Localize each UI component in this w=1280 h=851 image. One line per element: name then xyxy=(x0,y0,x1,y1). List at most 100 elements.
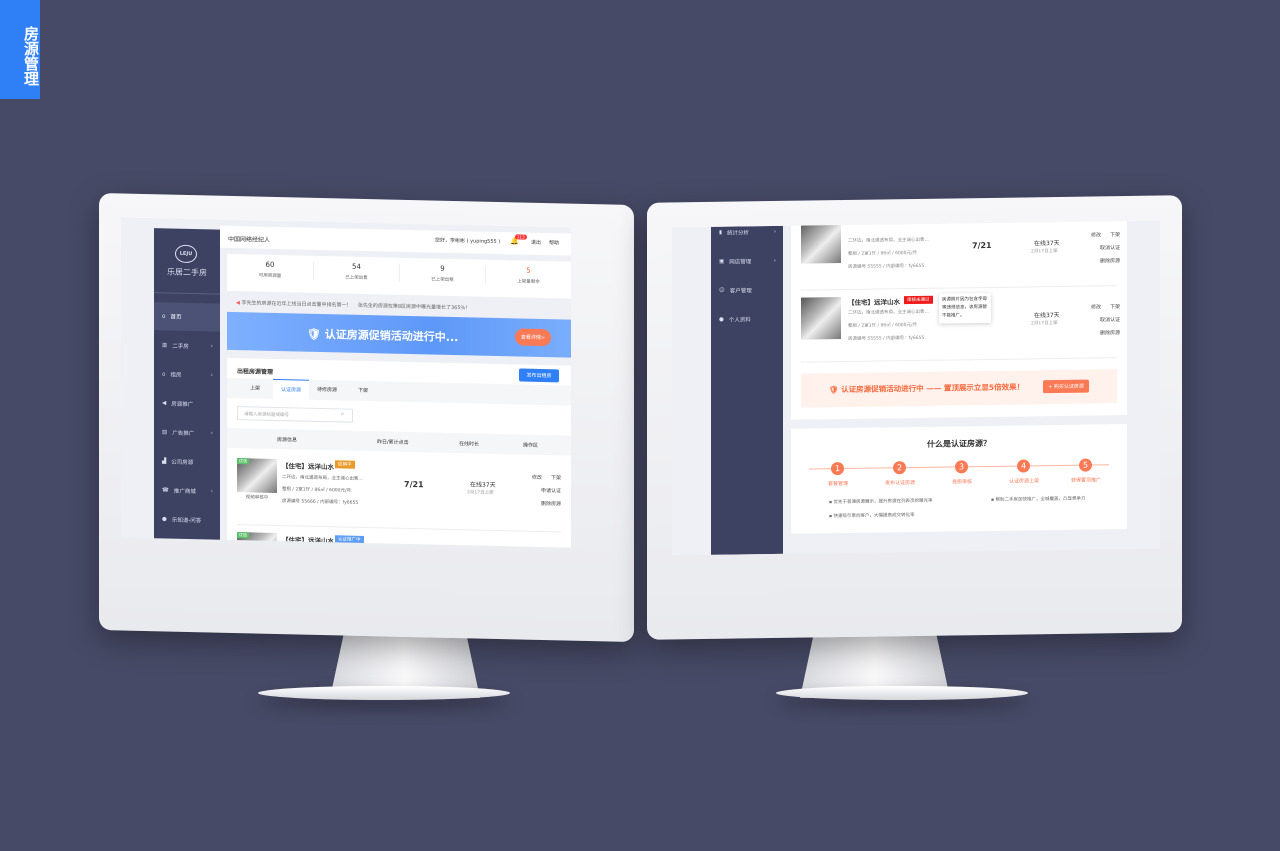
step-4-icon: 4 xyxy=(1017,459,1030,473)
sidebar-item-2[interactable]: ☺ 客户管理 xyxy=(711,276,783,305)
listing-clicks: 7/21 xyxy=(404,479,424,490)
promo-banner[interactable]: 🛡 认证房源促销活动进行中... 查看详情> xyxy=(227,311,571,358)
tab-3[interactable]: 下架 xyxy=(345,381,381,402)
sidebar: LEJU 乐居二手房 ⌂ 首页 ▥ 二手房 › ⌂ 租房 › ◀ 房源推广 ▤ 广告推广 › ▟ 公司房源 ☎… xyxy=(154,228,220,548)
sidebar-item-3[interactable]: ● 个人资料 xyxy=(711,305,783,334)
action-link[interactable]: 取消认证 xyxy=(1100,317,1120,323)
listing-title[interactable]: 【住宅】远洋山水 xyxy=(282,460,334,471)
sidebar-item-0[interactable]: ▮ 统计分析 › xyxy=(711,221,783,247)
tab-2[interactable]: 待修房源 xyxy=(309,380,345,401)
listing-desc: 二环边，南北通透布局，业主诚心出售... xyxy=(282,475,363,482)
sidebar-item-7[interactable]: ● 乐知道-问答 xyxy=(154,505,220,534)
table-row[interactable]: 【住宅】远洋山水 审核未通过 房源照片因为包含字母等违规信息，该房源暂不能推广。 二环… xyxy=(791,289,1127,364)
action-link[interactable]: 下架 xyxy=(1110,232,1120,238)
step-5-icon: 5 xyxy=(1079,458,1092,472)
megaphone-icon: ◀ xyxy=(162,400,167,407)
chevron-right-icon: › xyxy=(210,343,213,350)
listing-code: 房源编号 55555 / 内部编号：fy6655 xyxy=(848,335,925,342)
benefit-point: ▪ 优先于普通房源展示，提升房源在列表页的曝光率 xyxy=(829,498,933,506)
step-1-icon: 1 xyxy=(831,461,844,476)
section-badge: 房源管理 xyxy=(0,0,40,99)
chevron-right-icon: › xyxy=(210,488,213,495)
tab-1[interactable]: 认证房源 xyxy=(273,378,309,400)
stat-label: 可用資源量 xyxy=(258,273,282,280)
listing-code: 房源编号 55555 / 内部编号：fy6655 xyxy=(848,263,925,270)
header: 中国网络经纪人 您好，李彬彬 ( yuping555 ) 🔔 213 退出 帮助 xyxy=(220,225,571,256)
sidebar-item-label: 二手房 xyxy=(172,343,189,350)
help-link[interactable]: 帮助 xyxy=(549,239,559,246)
action-link[interactable]: 删除房源 xyxy=(1100,258,1120,264)
promo-text: 🛡 认证房源促销活动进行中 —— 置顶展示立显5倍效果！ xyxy=(829,382,1025,395)
monitor-base xyxy=(258,686,510,700)
step-3-icon: 3 xyxy=(955,460,968,474)
step-label: 获得置顶推广 xyxy=(1070,477,1101,484)
action-link[interactable]: 下架 xyxy=(1110,304,1120,310)
action-link[interactable]: 修改 xyxy=(1091,304,1101,310)
listing-desc: 二环边，南北通透布局，业主诚心出售... xyxy=(848,309,929,316)
action-link[interactable]: 取消认证 xyxy=(1100,245,1120,251)
stat-item: 60 可用資源量 xyxy=(227,260,313,280)
sidebar-item-2[interactable]: ⌂ 租房 › xyxy=(154,360,220,389)
action-link[interactable]: 删除房源 xyxy=(1100,330,1120,336)
company-name: 中国网络经纪人 xyxy=(228,235,271,244)
sidebar-item-8[interactable]: ▮ 统计分析 › xyxy=(154,534,220,547)
action-link[interactable]: 删除房源 xyxy=(541,501,561,507)
thumb-caption: 视频审核中 xyxy=(245,495,269,501)
table-row[interactable]: 优选 【住宅】远洋山水 认证推广中 xyxy=(227,530,571,548)
column-header: 操作区 xyxy=(523,442,539,449)
sidebar-item-label: 客户管理 xyxy=(729,288,752,295)
sidebar-item-0[interactable]: ⌂ 首页 xyxy=(154,302,220,332)
sidebar-item-4[interactable]: ▤ 广告推广 › xyxy=(154,418,220,447)
listing-thumbnail[interactable] xyxy=(801,297,841,340)
monitor-base xyxy=(776,686,1028,700)
qa-icon: ● xyxy=(162,516,167,523)
listing-title[interactable]: 【住宅】远洋山水 xyxy=(282,534,334,545)
banner-details-button[interactable]: 查看详情> xyxy=(515,328,551,347)
tab-0[interactable]: 上架 xyxy=(237,378,273,399)
column-header: 在线时长 xyxy=(459,441,480,448)
house-icon: ⌂ xyxy=(162,371,166,378)
stat-value: 9 xyxy=(440,264,445,273)
company-icon: ▟ xyxy=(162,458,167,465)
sidebar-item-1[interactable]: ▣ 网店管理 › xyxy=(711,247,783,276)
listing-thumbnail[interactable] xyxy=(801,221,841,264)
table-row[interactable]: 优选 视频审核中 【住宅】远洋山水 促销中 二环边，南北通透布局，业主诚心出售.… xyxy=(227,454,571,532)
sidebar-item-6[interactable]: ☎ 推广商城 › xyxy=(154,476,220,505)
listing-title[interactable]: 【住宅】远洋山水 xyxy=(848,296,900,307)
action-link[interactable]: 修改 xyxy=(532,475,542,481)
publish-button[interactable]: 发布出租房 xyxy=(519,368,559,383)
chevron-right-icon: › xyxy=(773,228,776,235)
banner-text: 🛡 认证房源促销活动进行中... xyxy=(307,327,459,345)
listing-spec: 整租 / 2室1厅 / 86㎡ / 6000元/月 xyxy=(848,322,918,329)
step-label: 资质审核 xyxy=(951,479,972,486)
chevron-right-icon: › xyxy=(211,546,213,547)
what-title: 什么是认证房源？ xyxy=(927,438,991,449)
logout-link[interactable]: 退出 xyxy=(531,239,541,246)
sidebar-item-5[interactable]: ▟ 公司房源 xyxy=(154,447,220,476)
listing-online: 在线37天 xyxy=(470,481,496,489)
table-row[interactable]: 二环边，南北通透布局，业主诚心出售... 整租 / 2室1厅 / 86㎡ / 60… xyxy=(791,221,1127,292)
chevron-right-icon: › xyxy=(773,257,776,264)
action-link[interactable]: 下架 xyxy=(551,475,561,481)
user-icon: ● xyxy=(719,316,724,323)
store-icon: ▣ xyxy=(719,258,725,265)
home-icon: ⌂ xyxy=(162,313,166,320)
benefit-point: ▪ 帮助二手房加快推广，全城覆盖，凸显竞争力 xyxy=(991,496,1086,503)
what-is-certified: 什么是认证房源？ 1 套餐管理 2 发布认证房源 3 资质审核 4 认证房源上架 5 获得置顶推广… xyxy=(791,424,1127,534)
sidebar-item-3[interactable]: ◀ 房源推广 xyxy=(154,389,220,418)
stat-label: 已上架出租 xyxy=(431,277,454,283)
listing-online-date: 2月17日上架 xyxy=(1031,321,1058,327)
chart-icon: ▮ xyxy=(719,229,723,236)
sidebar-item-1[interactable]: ▥ 二手房 › xyxy=(154,331,220,360)
buy-certified-button[interactable]: + 购买认证房源 xyxy=(1043,379,1089,394)
listing-spec: 整租 / 2室1厅 / 86㎡ / 6000元/月 xyxy=(848,250,918,257)
listing-thumbnail[interactable]: 优选 xyxy=(237,458,277,493)
action-link[interactable]: 申请认证 xyxy=(541,488,561,494)
search-icon[interactable]: ⌕ xyxy=(341,410,344,418)
action-link[interactable]: 修改 xyxy=(1091,232,1101,238)
listing-tag: 认证推广中 xyxy=(335,535,364,544)
search-input[interactable]: 请输入房源标题或编号 xyxy=(237,406,353,423)
left-screen: LEJU 乐居二手房 ⌂ 首页 ▥ 二手房 › ⌂ 租房 › ◀ 房源推广 ▤ 广告推广 › ▟ 公司房源 ☎… xyxy=(121,217,571,548)
listing-online: 在线37天 xyxy=(1034,239,1060,248)
user-menu[interactable]: 您好，李彬彬 ( yuping555 ) xyxy=(435,237,500,245)
